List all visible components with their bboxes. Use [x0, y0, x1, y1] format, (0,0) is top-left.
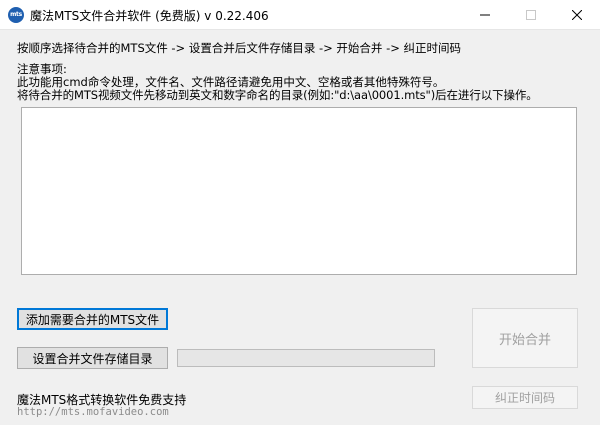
window-title: 魔法MTS文件合并软件 (免费版) v 0.22.406	[30, 9, 269, 23]
maximize-icon	[526, 10, 536, 20]
app-icon: mts	[8, 7, 24, 23]
maximize-button[interactable]	[508, 0, 554, 30]
support-link[interactable]: http://mts.mofavideo.com	[17, 406, 169, 418]
start-merge-button[interactable]: 开始合并	[472, 308, 578, 368]
note-directory-warning: 将待合并的MTS视频文件先移动到英文和数字命名的目录(例如:"d:\aa\000…	[17, 88, 538, 102]
fix-timecode-button[interactable]: 纠正时间码	[472, 386, 578, 409]
add-files-button[interactable]: 添加需要合并的MTS文件	[17, 308, 168, 330]
minimize-button[interactable]	[462, 0, 508, 30]
file-list[interactable]	[21, 107, 577, 275]
title-bar: mts 魔法MTS文件合并软件 (免费版) v 0.22.406	[0, 0, 600, 30]
set-output-dir-button[interactable]: 设置合并文件存储目录	[17, 347, 168, 369]
close-icon	[572, 10, 582, 20]
steps-instruction: 按顺序选择待合并的MTS文件 -> 设置合并后文件存储目录 -> 开始合并 ->…	[17, 41, 462, 55]
close-button[interactable]	[554, 0, 600, 30]
progress-bar	[177, 349, 435, 367]
minimize-icon	[480, 14, 490, 16]
